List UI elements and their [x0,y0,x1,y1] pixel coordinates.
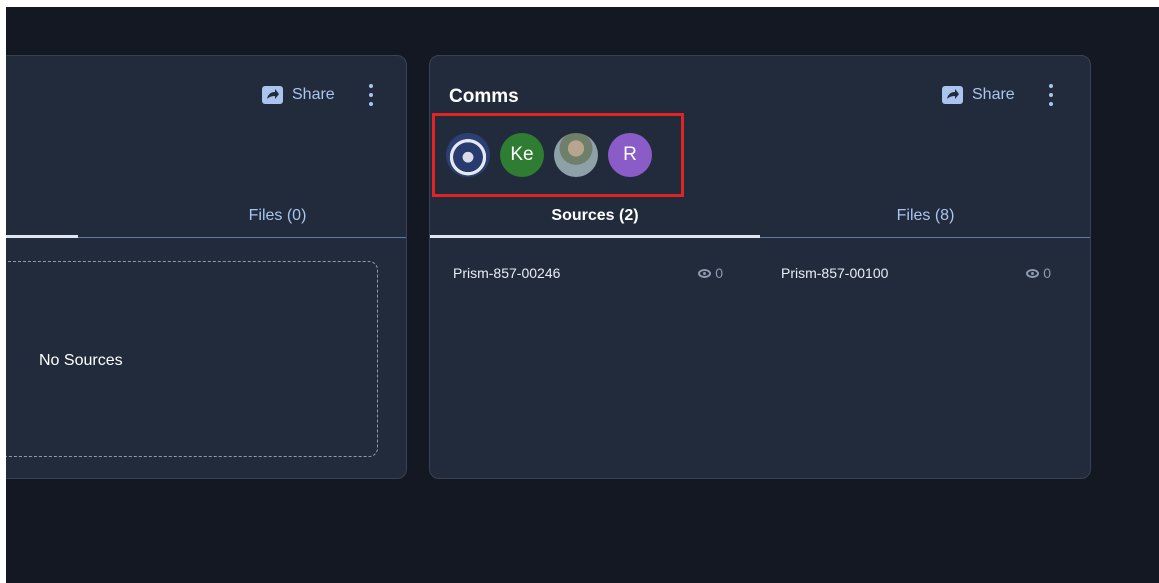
view-count-value: 0 [1043,265,1051,281]
active-tab-indicator [6,235,78,238]
canvas: Share Files (0) No Sources Comms Share K… [6,7,1159,583]
kebab-menu-icon[interactable] [1047,84,1055,106]
share-icon [262,86,283,104]
view-count: 0 [698,265,723,281]
share-button[interactable]: Share [262,86,335,104]
share-label: Share [292,86,335,103]
empty-state-text: No Sources [39,352,123,369]
eye-icon [1026,268,1040,278]
card-title: Comms [449,86,519,107]
tab-sources[interactable]: Sources (2) [430,194,760,238]
eye-icon [698,268,712,278]
avatar-highlight-box [432,113,684,197]
active-tab-indicator [430,235,760,238]
view-count: 0 [1026,265,1051,281]
tab-bar: Sources (2) Files (8) [430,194,1090,238]
tab-files[interactable]: Files (8) [760,194,1090,238]
tab-files[interactable]: Files (0) [147,194,406,238]
source-name: Prism-857-00100 [781,265,889,281]
source-item[interactable]: Prism-857-00100 0 [781,261,1051,285]
source-name: Prism-857-00246 [453,265,561,281]
tab-bar: Files (0) [6,194,406,238]
empty-state: No Sources [6,261,378,457]
share-icon [942,86,963,104]
source-item[interactable]: Prism-857-00246 0 [453,261,723,285]
source-card: Share Files (0) No Sources [6,55,407,479]
share-label: Share [972,86,1015,103]
share-button[interactable]: Share [942,86,1015,104]
view-count-value: 0 [715,265,723,281]
kebab-menu-icon[interactable] [367,84,375,106]
